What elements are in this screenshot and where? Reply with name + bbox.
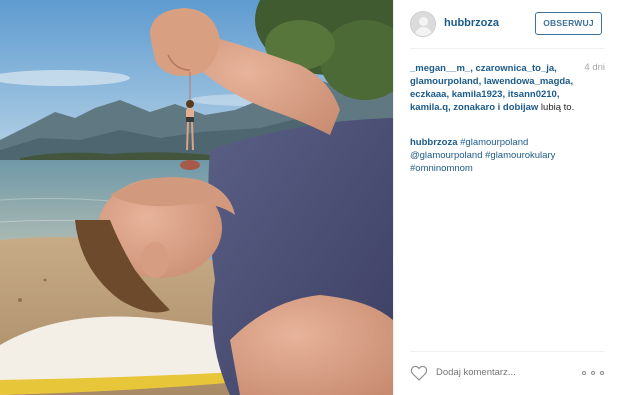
likes-text: _megan__m_, czarownica_to_ja, glamourpol… bbox=[410, 62, 575, 114]
more-dot bbox=[591, 371, 595, 375]
more-dot bbox=[582, 371, 586, 375]
post-footer bbox=[394, 352, 620, 395]
follow-button[interactable]: OBSERWUJ bbox=[535, 12, 602, 35]
caption-author[interactable]: hubbrzoza bbox=[410, 137, 458, 148]
post-photo[interactable] bbox=[0, 0, 393, 395]
beach-selfie-image bbox=[0, 0, 393, 395]
more-dot bbox=[600, 371, 604, 375]
post-timestamp[interactable]: 4 dni bbox=[577, 62, 605, 73]
username-link[interactable]: hubbrzoza bbox=[444, 17, 499, 29]
comment-input[interactable] bbox=[436, 365, 571, 381]
post-caption: hubbrzoza #glamourpoland @glamourpoland … bbox=[410, 136, 590, 175]
default-avatar-icon[interactable] bbox=[410, 11, 436, 37]
likes-suffix: lubią to. bbox=[538, 102, 575, 113]
more-options-icon[interactable] bbox=[582, 365, 604, 381]
heart-icon[interactable] bbox=[410, 365, 428, 381]
header-divider bbox=[410, 48, 604, 49]
post-sidebar: hubbrzoza OBSERWUJ _megan__m_, czarownic… bbox=[393, 0, 620, 395]
post-header: hubbrzoza OBSERWUJ bbox=[394, 0, 620, 50]
